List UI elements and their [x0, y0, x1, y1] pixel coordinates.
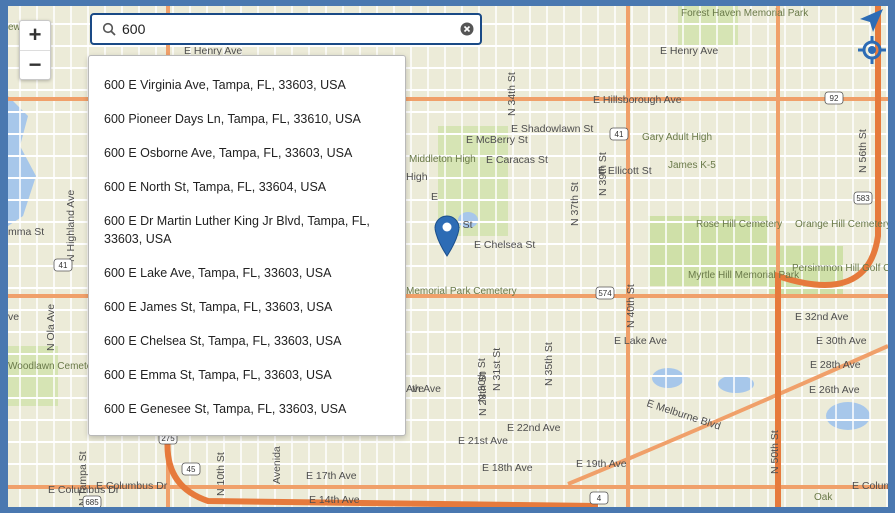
street-label: N 37th St	[569, 182, 581, 226]
street-label: E Lake Ave	[614, 335, 667, 347]
search-box	[90, 13, 482, 45]
place-label: Forest Haven Memorial Park	[681, 8, 809, 19]
search-icon	[102, 22, 116, 36]
street-label: th Ave	[412, 383, 441, 395]
suggestion-item[interactable]: 600 E Osborne Ave, Tampa, FL, 33603, USA	[89, 136, 405, 170]
street-label: E McBerry St	[466, 134, 528, 146]
suggestion-item[interactable]: 600 E Dr Martin Luther King Jr Blvd, Tam…	[89, 204, 405, 256]
place-label: Oak	[814, 492, 833, 503]
street-label: Avenida	[271, 446, 283, 484]
route-shield-label: 4	[597, 494, 602, 503]
suggestion-item[interactable]: 600 E North St, Tampa, FL, 33604, USA	[89, 170, 405, 204]
place-label: Gary Adult High	[642, 132, 712, 143]
route-shield-label: 583	[856, 194, 870, 203]
suggestion-item[interactable]: 600 E James St, Tampa, FL, 33603, USA	[89, 290, 405, 324]
place-label: Persimmon Hill Golf Course	[792, 263, 888, 274]
street-label: E Colum	[852, 480, 888, 492]
place-label: Rose Hill Cemetery	[696, 219, 782, 230]
place-label: Orange Hill Cemetery	[795, 219, 888, 230]
place-label: Memorial Park Cemetery	[406, 286, 517, 297]
street-label: E Chelsea St	[474, 239, 535, 251]
street-label: E Henry Ave	[660, 45, 718, 57]
street-label: E Columbus Dr	[48, 484, 120, 496]
street-label: N 35th St	[543, 342, 555, 386]
street-label: N Highland Ave	[65, 190, 77, 262]
street-label: N 31st St	[491, 348, 503, 391]
street-label: N 10th St	[215, 452, 227, 496]
suggestion-item[interactable]: 600 Pioneer Days Ln, Tampa, FL, 33610, U…	[89, 102, 405, 136]
street-label: E	[431, 191, 438, 203]
suggestion-item[interactable]: 600 E Virginia Ave, Tampa, FL, 33603, US…	[89, 68, 405, 102]
street-label: High	[406, 171, 428, 183]
route-shield-label: 574	[598, 289, 612, 298]
street-label: mma St	[8, 226, 44, 238]
route-shield-label: 41	[59, 261, 68, 270]
street-label: N Ola Ave	[45, 304, 57, 351]
street-label: N 30th St	[476, 358, 488, 402]
place-label: Myrtle Hill Memorial Park	[688, 270, 800, 281]
route-shield-label: 685	[85, 498, 99, 507]
navigation-arrow-icon[interactable]	[857, 7, 885, 35]
street-label: E 19th Ave	[576, 458, 627, 470]
street-label: E Caracas St	[486, 154, 548, 166]
zoom-control: + −	[19, 20, 51, 80]
street-label: E 30th Ave	[816, 335, 867, 347]
street-label: N 40th St	[625, 284, 637, 328]
street-label: E 17th Ave	[306, 470, 357, 482]
map-pin-icon[interactable]	[434, 215, 460, 257]
suggestion-item[interactable]: 600 E Lake Ave, Tampa, FL, 33603, USA	[89, 256, 405, 290]
street-label: ve	[8, 311, 19, 323]
route-shield-label: 41	[615, 130, 624, 139]
place-label: Middleton High	[409, 154, 476, 165]
zoom-in-button[interactable]: +	[20, 21, 50, 51]
street-label: E 32nd Ave	[795, 311, 849, 323]
street-label: E 18th Ave	[482, 462, 533, 474]
street-label: E 26th Ave	[809, 384, 860, 396]
street-label: E Melburne Blvd	[645, 397, 722, 432]
place-label: Woodlawn Cemetery	[8, 361, 101, 372]
clear-icon[interactable]	[460, 22, 474, 36]
street-label: N 50th St	[769, 430, 781, 474]
suggestion-item[interactable]: 600 E Emma St, Tampa, FL, 33603, USA	[89, 358, 405, 392]
street-label: E 21st Ave	[458, 435, 508, 447]
street-label: E Hillsborough Ave	[593, 94, 682, 106]
place-label: James K-5	[668, 160, 716, 171]
street-label: E 28th Ave	[810, 359, 861, 371]
suggestion-list: 600 E Virginia Ave, Tampa, FL, 33603, US…	[88, 55, 406, 436]
street-label: N 39th St	[597, 152, 609, 196]
street-label: N 56th St	[857, 129, 869, 173]
zoom-out-button[interactable]: −	[20, 51, 50, 80]
locate-icon[interactable]	[858, 36, 886, 64]
search-input[interactable]	[122, 18, 452, 40]
street-label: N 34th St	[506, 72, 518, 116]
suggestion-item[interactable]: 600 E Genesee St, Tampa, FL, 33603, USA	[89, 392, 405, 426]
street-label: E 14th Ave	[309, 494, 360, 506]
route-shield-label: 92	[830, 94, 839, 103]
suggestion-item[interactable]: 600 E Chelsea St, Tampa, FL, 33603, USA	[89, 324, 405, 358]
street-label: E 22nd Ave	[507, 422, 561, 434]
street-label: E Shadowlawn St	[511, 123, 593, 135]
route-shield-label: 45	[187, 465, 196, 474]
